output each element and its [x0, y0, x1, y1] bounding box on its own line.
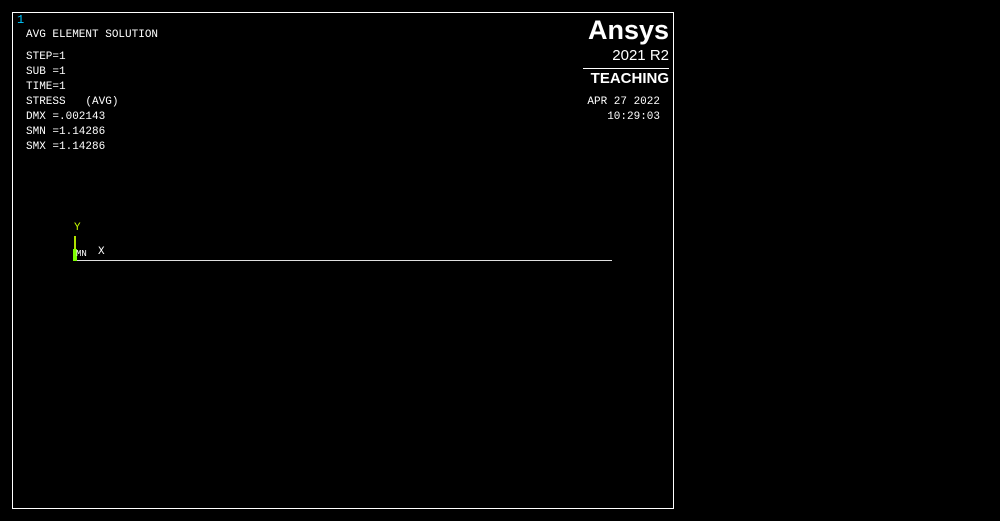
smx-value: SMX =1.14286 — [26, 141, 106, 153]
logo-version: 2021 R2 — [612, 47, 669, 64]
logo-edition: TEACHING — [590, 70, 669, 87]
time-label: 10:29:03 — [607, 111, 660, 123]
logo-name: Ansys — [587, 15, 669, 45]
graphics-viewport[interactable]: 1 AVG ELEMENT SOLUTION STEP=1 SUB =1 TIM… — [12, 12, 674, 509]
ansys-logo: Ansys 2021 R2 TEACHING — [579, 15, 669, 88]
beam-element-line — [74, 260, 612, 261]
solution-title: AVG ELEMENT SOLUTION — [26, 29, 159, 41]
triad-y-label: Y — [74, 222, 81, 234]
window-number: 1 — [17, 13, 25, 27]
triad-x-label: X — [98, 246, 105, 258]
time-value: TIME=1 — [26, 81, 66, 93]
stress-label: STRESS (AVG) — [26, 96, 119, 108]
step-value: STEP=1 — [26, 51, 66, 63]
smn-value: SMN =1.14286 — [26, 126, 106, 138]
min-node-label: MN — [76, 249, 87, 259]
substep-value: SUB =1 — [26, 66, 66, 78]
date-label: APR 27 2022 — [587, 96, 660, 108]
logo-divider — [583, 68, 669, 69]
dmx-value: DMX =.002143 — [26, 111, 106, 123]
